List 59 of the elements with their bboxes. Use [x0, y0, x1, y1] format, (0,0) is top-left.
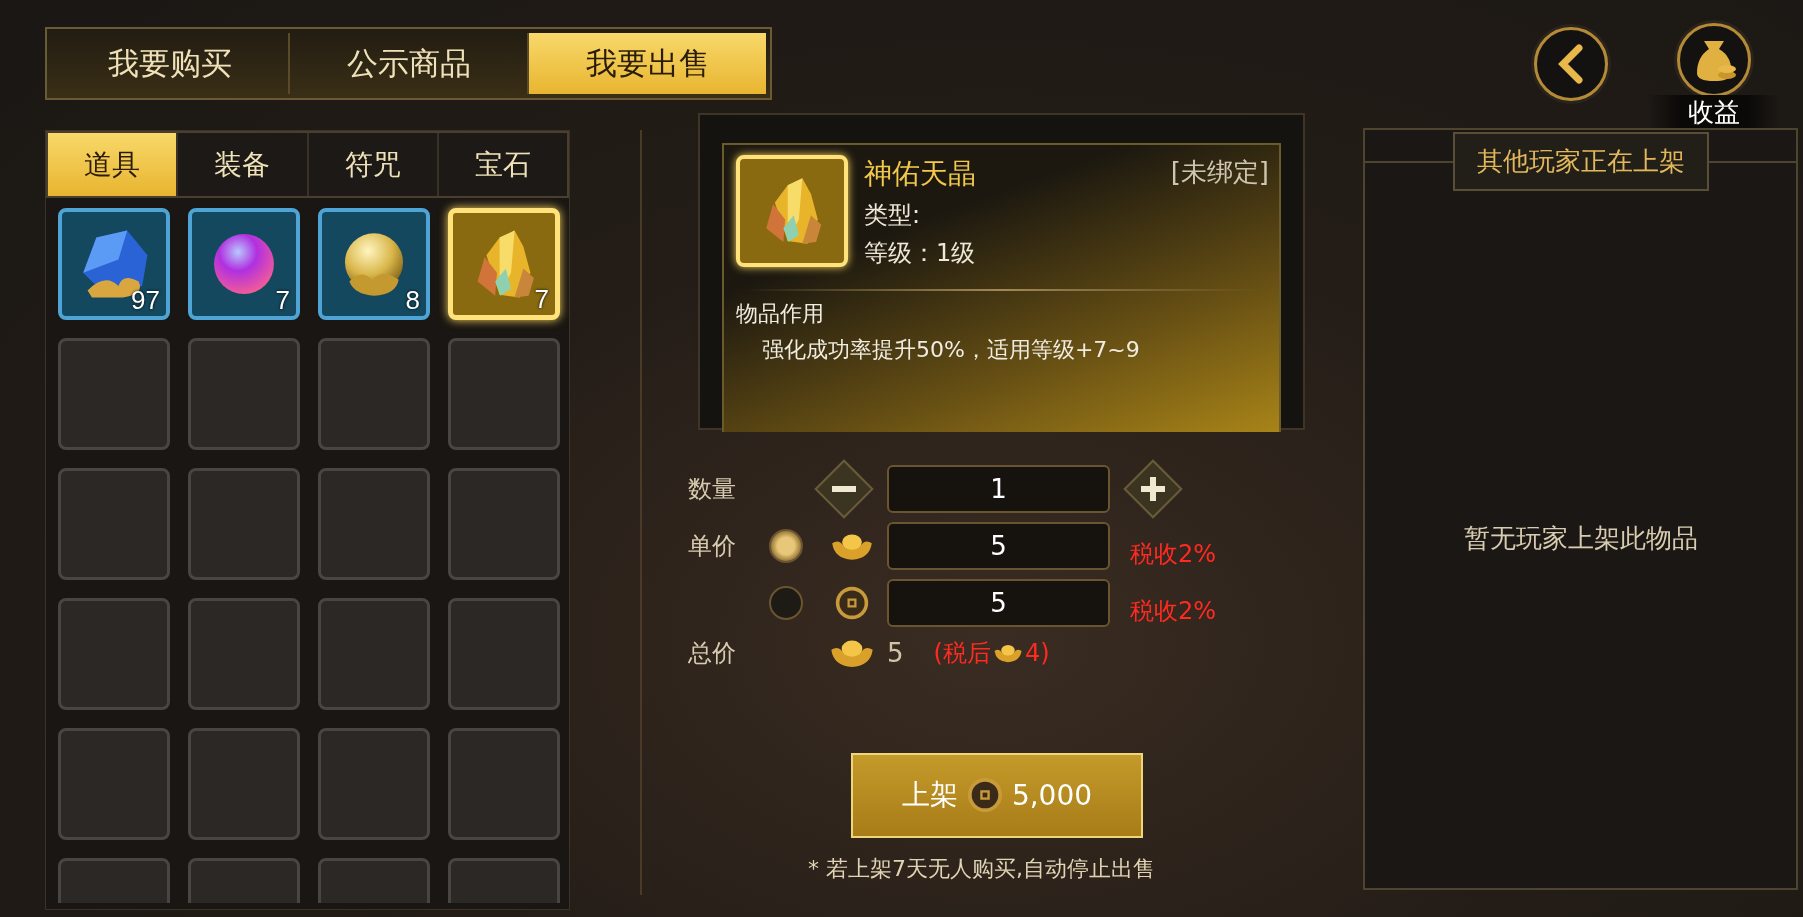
empty-slot[interactable]: [58, 598, 170, 710]
empty-slot[interactable]: [318, 338, 430, 450]
price-field[interactable]: 5: [887, 579, 1110, 627]
unit-price-label: 单价: [688, 531, 737, 562]
market-tab[interactable]: 我要购买: [51, 33, 290, 94]
empty-slot[interactable]: [58, 338, 170, 450]
after-tax-label: (税后: [933, 638, 991, 670]
category-tab[interactable]: 装备: [178, 133, 309, 196]
back-button[interactable]: [1534, 27, 1608, 101]
panel-title: 其他玩家正在上架: [1452, 132, 1709, 191]
currency-radio[interactable]: [769, 586, 803, 620]
plus-icon: [1140, 476, 1166, 502]
item-type: 类型:: [864, 200, 922, 231]
empty-slot[interactable]: [448, 338, 560, 450]
tax-rate: 税收2%: [1130, 539, 1218, 570]
minus-icon: [832, 486, 856, 492]
bind-status: [未绑定]: [1170, 156, 1269, 189]
quantity-label: 数量: [688, 474, 737, 505]
item-slot[interactable]: 97: [58, 208, 170, 320]
total-price: 5: [887, 638, 904, 669]
item-count: 7: [534, 284, 549, 315]
item-count: 97: [131, 285, 160, 316]
empty-slot[interactable]: [448, 728, 560, 840]
coin-icon: [834, 585, 870, 621]
item-count: 8: [405, 285, 420, 316]
empty-slot[interactable]: [58, 728, 170, 840]
total-price-label: 总价: [688, 638, 737, 670]
effect-title: 物品作用: [736, 300, 825, 328]
coin-icon: [965, 776, 1004, 814]
category-tab[interactable]: 宝石: [438, 133, 567, 196]
tax-rate: 税收2%: [1130, 596, 1218, 627]
effect-text: 强化成功率提升50%，适用等级+7~9: [762, 336, 1141, 364]
empty-slot[interactable]: [58, 468, 170, 580]
empty-slot[interactable]: [318, 468, 430, 580]
empty-slot[interactable]: [318, 598, 430, 710]
item-slot[interactable]: 8: [318, 208, 430, 320]
category-tab[interactable]: 符咒: [308, 133, 439, 196]
item-level: 等级：1级: [864, 238, 977, 269]
empty-slot[interactable]: [448, 598, 560, 710]
empty-slot[interactable]: [188, 338, 300, 450]
empty-slot[interactable]: [188, 468, 300, 580]
listing-notice: * 若上架7天无人购买,自动停止出售: [808, 854, 1156, 883]
item-count: 7: [275, 285, 290, 316]
item-slot[interactable]: 7: [188, 208, 300, 320]
after-tax-price: 4): [1024, 639, 1050, 668]
empty-slot[interactable]: [448, 468, 560, 580]
price-field[interactable]: 5: [887, 522, 1110, 570]
empty-message: 暂无玩家上架此物品: [1463, 522, 1698, 555]
empty-slot[interactable]: [318, 728, 430, 840]
category-tab[interactable]: 道具: [48, 133, 179, 196]
empty-slot[interactable]: [188, 728, 300, 840]
market-tab[interactable]: 我要出售: [529, 33, 766, 94]
income-button[interactable]: [1677, 23, 1751, 97]
item-slot[interactable]: 7: [448, 208, 560, 320]
currency-radio[interactable]: [769, 529, 803, 563]
empty-slot[interactable]: [188, 598, 300, 710]
ingot-icon: [992, 642, 1023, 665]
item-name: 神佑天晶: [864, 156, 976, 192]
quantity-field[interactable]: 1: [887, 465, 1110, 513]
